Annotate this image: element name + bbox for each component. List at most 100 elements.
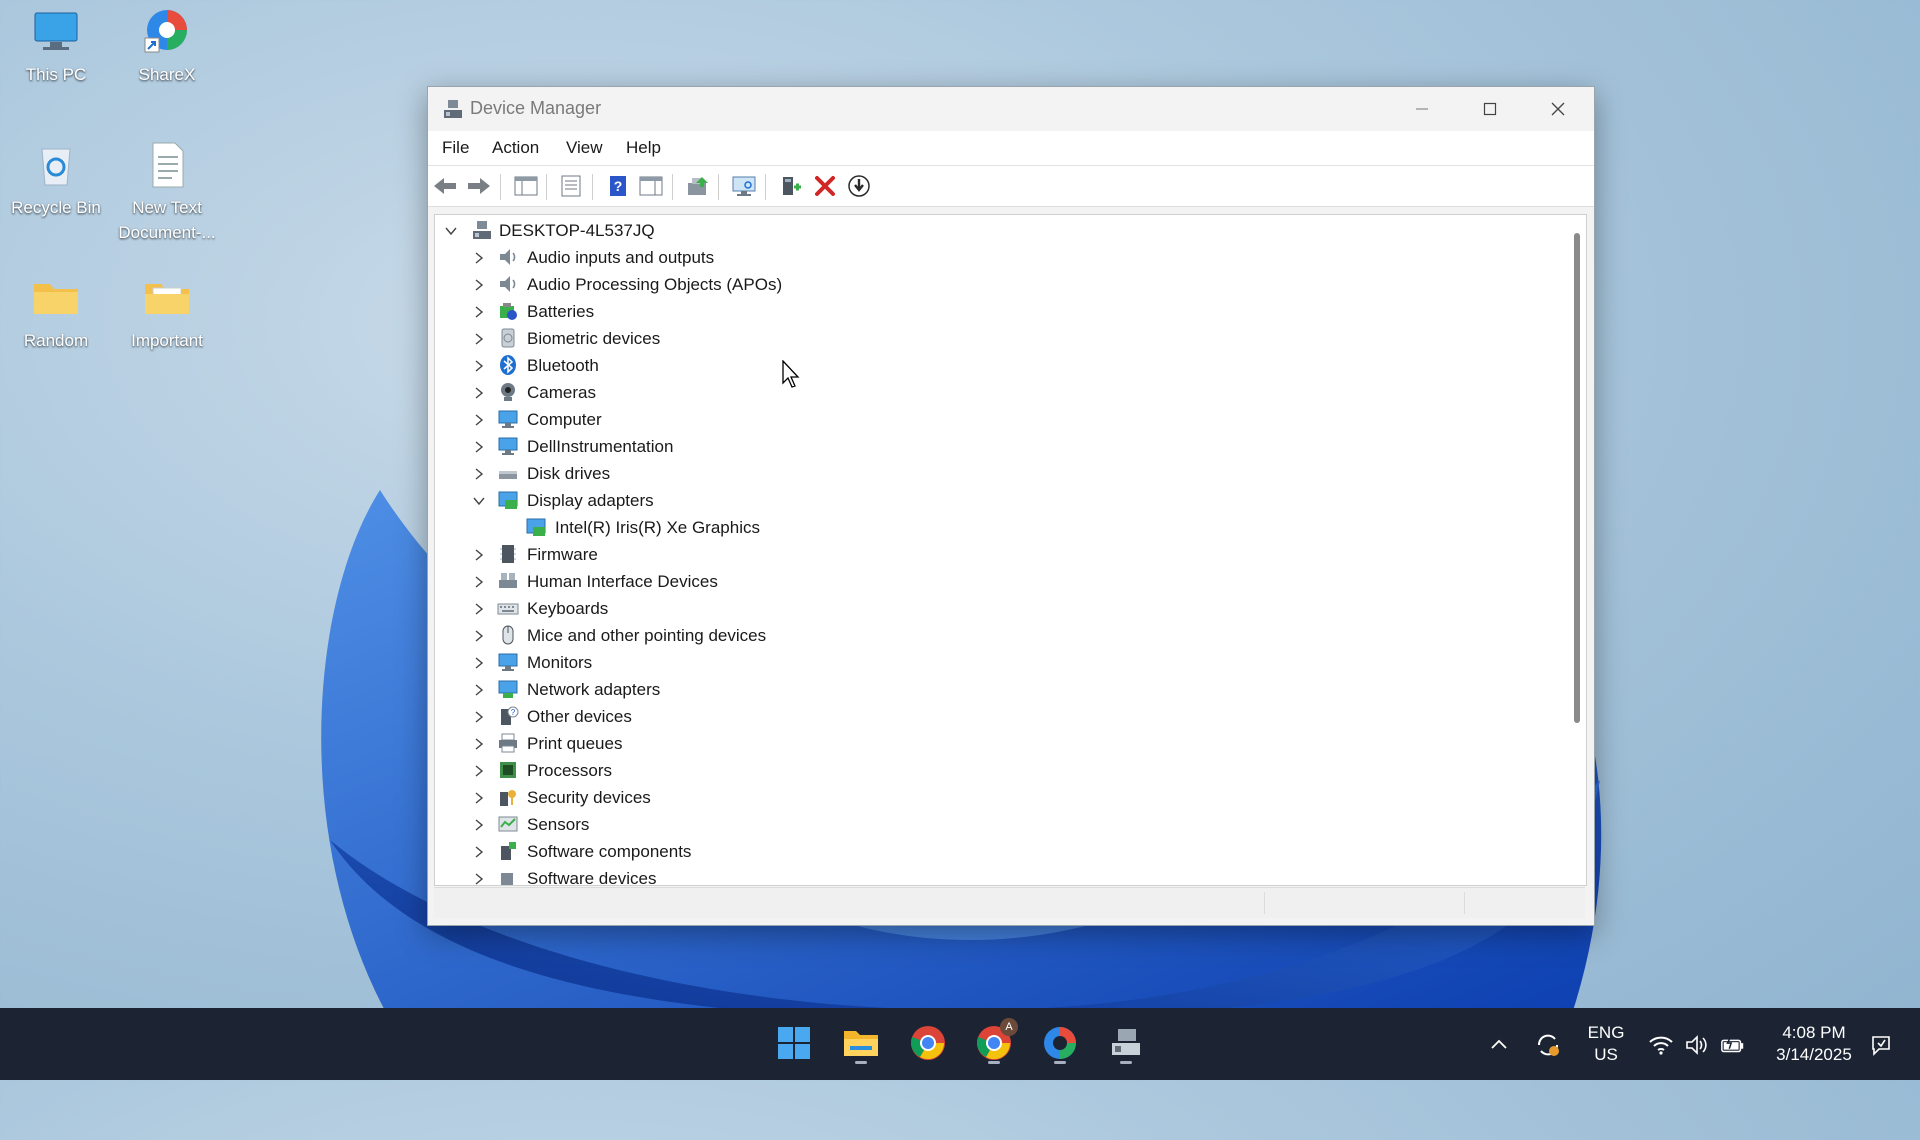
show-hidden-icons-button[interactable] bbox=[1486, 1032, 1512, 1058]
tree-category-row[interactable]: Sensors bbox=[435, 811, 1565, 838]
chevron-right-icon[interactable] bbox=[472, 710, 486, 724]
input-language-button[interactable]: ENG US bbox=[1576, 1022, 1636, 1066]
add-legacy-hardware-button[interactable] bbox=[778, 174, 804, 198]
chevron-right-icon[interactable] bbox=[472, 467, 486, 481]
minimize-button[interactable] bbox=[1388, 87, 1456, 131]
desktop-icon-recycle-bin[interactable]: Recycle Bin bbox=[1, 139, 111, 220]
sync-status-button[interactable] bbox=[1535, 1032, 1561, 1058]
speaker-icon bbox=[1686, 1035, 1707, 1055]
chevron-right-icon[interactable] bbox=[472, 656, 486, 670]
chevron-right-icon[interactable] bbox=[472, 845, 486, 859]
tree-category-row[interactable]: Print queues bbox=[435, 730, 1565, 757]
tree-category-row[interactable]: Computer bbox=[435, 406, 1565, 433]
chevron-down-icon[interactable] bbox=[444, 224, 458, 238]
device-manager-icon bbox=[1112, 1029, 1140, 1055]
tree-category-row[interactable]: Display adapters bbox=[435, 487, 1565, 514]
desktop-icon-sharex[interactable]: ShareX bbox=[112, 6, 222, 87]
running-indicator bbox=[855, 1061, 867, 1064]
update-driver-button[interactable] bbox=[685, 174, 711, 198]
desktop-icon-new-text-document[interactable]: New Text Document-... bbox=[112, 139, 222, 245]
disable-device-button[interactable] bbox=[846, 174, 872, 198]
tree-category-row[interactable]: Monitors bbox=[435, 649, 1565, 676]
chevron-right-icon[interactable] bbox=[472, 413, 486, 427]
menu-view[interactable]: View bbox=[566, 138, 603, 158]
properties-button[interactable] bbox=[558, 174, 584, 198]
back-button[interactable] bbox=[432, 174, 458, 198]
tree-category-row[interactable]: Audio inputs and outputs bbox=[435, 244, 1565, 271]
taskbar-sharex[interactable] bbox=[1035, 1018, 1085, 1068]
tree-category-row[interactable]: Network adapters bbox=[435, 676, 1565, 703]
desktop-icon-this-pc[interactable]: This PC bbox=[1, 6, 111, 87]
tree-category-row[interactable]: Software devices bbox=[435, 865, 1565, 885]
notifications-button[interactable] bbox=[1868, 1032, 1894, 1058]
tree-category-row[interactable]: Audio Processing Objects (APOs) bbox=[435, 271, 1565, 298]
menu-file[interactable]: File bbox=[442, 138, 469, 158]
chevron-down-icon[interactable] bbox=[472, 494, 486, 508]
tree-category-row[interactable]: Batteries bbox=[435, 298, 1565, 325]
tree-category-row[interactable]: Biometric devices bbox=[435, 325, 1565, 352]
vertical-scrollbar[interactable] bbox=[1574, 233, 1580, 723]
tree-category-row[interactable]: ? Other devices bbox=[435, 703, 1565, 730]
menu-help[interactable]: Help bbox=[626, 138, 661, 158]
taskbar-file-explorer[interactable] bbox=[836, 1018, 886, 1068]
tree-category-row[interactable]: Security devices bbox=[435, 784, 1565, 811]
chevron-right-icon[interactable] bbox=[472, 872, 486, 885]
chevron-right-icon[interactable] bbox=[472, 548, 486, 562]
clock-button[interactable]: 4:08 PM 3/14/2025 bbox=[1764, 1022, 1864, 1066]
uninstall-device-button[interactable] bbox=[812, 174, 838, 198]
tree-category-row[interactable]: Disk drives bbox=[435, 460, 1565, 487]
tree-root[interactable]: DESKTOP-4L537JQ bbox=[435, 217, 1565, 244]
forward-button[interactable] bbox=[466, 174, 492, 198]
desktop-icon-label: This PC bbox=[25, 65, 87, 84]
chevron-right-icon[interactable] bbox=[472, 440, 486, 454]
show-hide-console-tree-button[interactable] bbox=[513, 174, 539, 198]
maximize-button[interactable] bbox=[1456, 87, 1524, 131]
sharex-icon bbox=[1044, 1027, 1076, 1059]
chevron-right-icon[interactable] bbox=[472, 818, 486, 832]
tree-category-row[interactable]: Firmware bbox=[435, 541, 1565, 568]
tree-category-row[interactable]: Cameras bbox=[435, 379, 1565, 406]
tree-category-label: Keyboards bbox=[527, 598, 609, 618]
chevron-right-icon[interactable] bbox=[472, 737, 486, 751]
tree-category-label: DellInstrumentation bbox=[527, 436, 674, 456]
close-button[interactable] bbox=[1524, 87, 1592, 131]
chevron-right-icon[interactable] bbox=[472, 791, 486, 805]
keyboard-icon bbox=[497, 597, 519, 619]
tree-category-row[interactable]: Software components bbox=[435, 838, 1565, 865]
tree-category-row[interactable]: Bluetooth bbox=[435, 352, 1565, 379]
tree-category-label: Disk drives bbox=[527, 463, 611, 483]
desktop-icon-important[interactable]: Important bbox=[112, 272, 222, 353]
start-button[interactable] bbox=[769, 1018, 819, 1068]
battery-button[interactable] bbox=[1720, 1032, 1746, 1058]
scan-hardware-changes-button[interactable] bbox=[731, 174, 757, 198]
chevron-right-icon[interactable] bbox=[472, 278, 486, 292]
chevron-right-icon[interactable] bbox=[472, 359, 486, 373]
tree-category-row[interactable]: Human Interface Devices bbox=[435, 568, 1565, 595]
network-button[interactable] bbox=[1648, 1032, 1674, 1058]
menu-action[interactable]: Action bbox=[492, 138, 539, 158]
chevron-right-icon[interactable] bbox=[472, 332, 486, 346]
device-tree[interactable]: DESKTOP-4L537JQ Audio inputs and outputs… bbox=[434, 214, 1587, 886]
taskbar: A ENG US 4:08 PM 3/14/2025 bbox=[0, 1008, 1920, 1080]
help-button[interactable]: ? bbox=[605, 174, 631, 198]
tree-device-row[interactable]: Intel(R) Iris(R) Xe Graphics bbox=[435, 514, 1565, 541]
chevron-right-icon[interactable] bbox=[472, 764, 486, 778]
taskbar-chrome[interactable] bbox=[903, 1018, 953, 1068]
chevron-right-icon[interactable] bbox=[472, 251, 486, 265]
title-bar[interactable]: Device Manager bbox=[428, 87, 1594, 131]
tree-category-row[interactable]: Processors bbox=[435, 757, 1565, 784]
tree-category-row[interactable]: Keyboards bbox=[435, 595, 1565, 622]
action-pane-button[interactable] bbox=[638, 174, 664, 198]
chevron-right-icon[interactable] bbox=[472, 683, 486, 697]
desktop-icon-random[interactable]: Random bbox=[1, 272, 111, 353]
chevron-right-icon[interactable] bbox=[472, 602, 486, 616]
volume-button[interactable] bbox=[1684, 1032, 1710, 1058]
chevron-right-icon[interactable] bbox=[472, 305, 486, 319]
taskbar-chrome-profile[interactable]: A bbox=[969, 1018, 1019, 1068]
tree-category-row[interactable]: DellInstrumentation bbox=[435, 433, 1565, 460]
taskbar-device-manager[interactable] bbox=[1101, 1018, 1151, 1068]
chevron-right-icon[interactable] bbox=[472, 575, 486, 589]
chevron-right-icon[interactable] bbox=[472, 386, 486, 400]
tree-category-row[interactable]: Mice and other pointing devices bbox=[435, 622, 1565, 649]
chevron-right-icon[interactable] bbox=[472, 629, 486, 643]
